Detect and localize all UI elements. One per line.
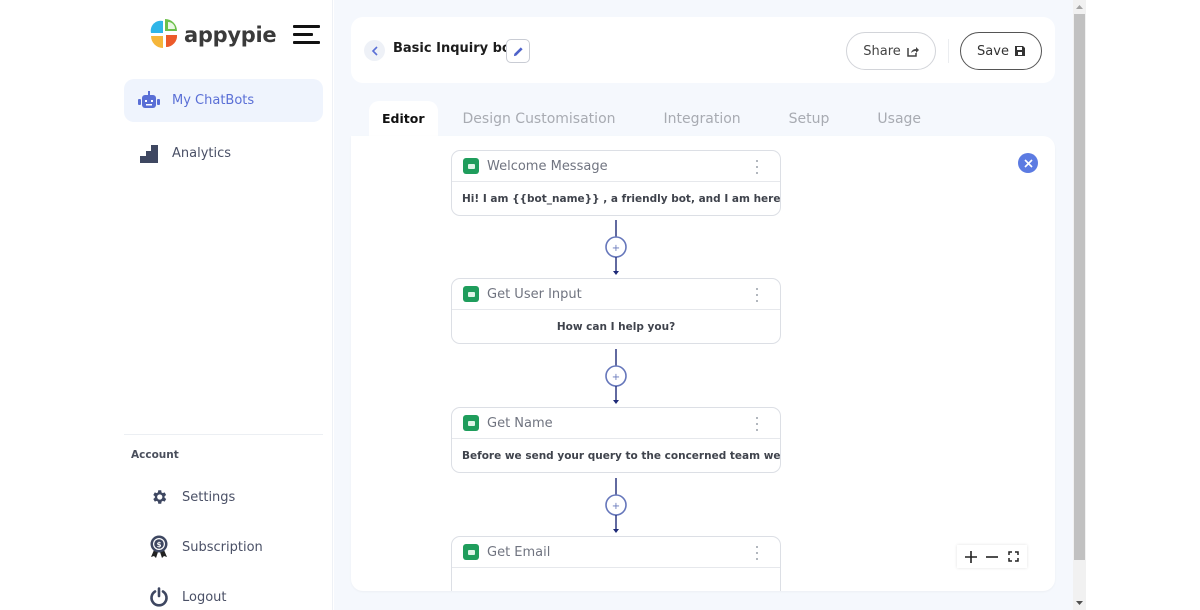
power-icon <box>148 586 170 608</box>
chevron-left-icon <box>371 45 378 56</box>
plus-icon: + <box>612 501 620 512</box>
share-icon <box>907 46 919 57</box>
account-section-label: Account <box>131 449 179 461</box>
right-margin <box>1086 0 1200 610</box>
tab-integration[interactable]: Integration <box>664 101 741 136</box>
sidebar-item-analytics[interactable]: Analytics <box>124 132 323 175</box>
scroll-down-arrow[interactable] <box>1073 596 1086 610</box>
bar-chart-icon <box>138 143 160 165</box>
zoom-in-button[interactable] <box>963 549 979 565</box>
brand-logo[interactable]: appypie <box>146 17 277 53</box>
minus-icon <box>985 555 998 558</box>
back-button[interactable] <box>364 40 385 61</box>
message-icon <box>463 544 479 560</box>
save-button[interactable]: Save <box>960 32 1042 70</box>
flow-node-get-name[interactable]: Get Name Before we send your query to th… <box>451 407 781 473</box>
node-header: Get User Input <box>452 279 780 310</box>
hamburger-line <box>293 33 313 36</box>
node-header: Welcome Message <box>452 151 780 182</box>
sidebar-item-label: Settings <box>182 489 236 505</box>
node-title: Welcome Message <box>487 158 608 174</box>
plus-icon: + <box>612 243 620 254</box>
sidebar-item-my-chatbots[interactable]: My ChatBots <box>124 79 323 122</box>
zoom-controls <box>957 545 1027 568</box>
save-label: Save <box>977 43 1009 59</box>
more-vertical-icon[interactable] <box>755 417 759 431</box>
tab-setup[interactable]: Setup <box>789 101 830 136</box>
robot-icon <box>138 90 160 112</box>
main-content: Basic Inquiry bot Share Save Editor Desi… <box>334 0 1073 610</box>
page-scrollbar[interactable] <box>1073 0 1086 610</box>
message-icon <box>463 415 479 431</box>
more-vertical-icon[interactable] <box>755 546 759 560</box>
scrollbar-thumb[interactable] <box>1074 14 1085 560</box>
flow-node-get-user-input[interactable]: Get User Input How can I help you? <box>451 278 781 344</box>
hamburger-line <box>293 25 320 28</box>
edit-name-button[interactable] <box>506 39 530 63</box>
bot-header: Basic Inquiry bot Share Save <box>351 17 1055 83</box>
badge-icon: $ <box>148 535 170 558</box>
node-body: Before we send your query to the concern… <box>462 449 780 462</box>
flow-node-welcome-message[interactable]: Welcome Message Hi! I am {{bot_name}} , … <box>451 150 781 216</box>
plus-icon: + <box>612 372 620 383</box>
editor-tabs: Editor Design Customisation Integration … <box>369 101 921 136</box>
node-header: Get Email <box>452 537 780 568</box>
app-root: appypie My ChatBots Analytics Account Se… <box>0 0 1200 610</box>
tab-editor[interactable]: Editor <box>369 101 438 136</box>
sidebar: appypie My ChatBots Analytics Account Se… <box>110 0 333 610</box>
sidebar-item-label: Analytics <box>172 146 232 161</box>
zoom-out-button[interactable] <box>984 549 1000 565</box>
node-title: Get Email <box>487 544 551 560</box>
more-vertical-icon[interactable] <box>755 288 759 302</box>
sidebar-divider <box>124 434 323 435</box>
tab-design-customisation[interactable]: Design Customisation <box>463 101 616 136</box>
triangle-down-icon <box>1076 601 1083 605</box>
hamburger-line <box>293 41 320 44</box>
sidebar-item-subscription[interactable]: $ Subscription <box>148 532 263 562</box>
add-step-connector[interactable]: + <box>605 478 627 534</box>
brand-name: appypie <box>184 23 277 47</box>
sidebar-item-label: Logout <box>182 589 227 605</box>
floppy-disk-icon <box>1014 46 1025 56</box>
header-divider <box>948 39 949 63</box>
sidebar-item-logout[interactable]: Logout <box>148 582 227 610</box>
node-body: Hi! I am {{bot_name}} , a friendly bot, … <box>462 192 780 205</box>
more-vertical-icon[interactable] <box>755 160 759 174</box>
sidebar-item-label: My ChatBots <box>172 93 255 108</box>
triangle-up-icon <box>1076 5 1083 9</box>
sidebar-item-label: Subscription <box>182 539 263 555</box>
menu-toggle-button[interactable] <box>293 25 320 45</box>
fullscreen-icon <box>1008 551 1019 562</box>
fit-view-button[interactable] <box>1005 549 1021 565</box>
pencil-icon <box>513 46 523 56</box>
node-title: Get User Input <box>487 286 582 302</box>
svg-text:$: $ <box>157 541 162 549</box>
sidebar-item-settings[interactable]: Settings <box>148 482 235 512</box>
bot-name-title: Basic Inquiry bot <box>393 41 518 56</box>
node-title: Get Name <box>487 415 553 431</box>
flow-node-get-email[interactable]: Get Email <box>451 536 781 591</box>
add-step-connector[interactable]: + <box>605 349 627 405</box>
add-step-connector[interactable]: + <box>605 220 627 276</box>
scroll-up-arrow[interactable] <box>1073 0 1086 14</box>
appypie-logo-icon <box>150 19 178 48</box>
flow-canvas[interactable]: Welcome Message Hi! I am {{bot_name}} , … <box>351 136 1055 591</box>
close-icon <box>1023 158 1033 168</box>
node-header: Get Name <box>452 408 780 439</box>
close-button[interactable] <box>1018 153 1038 173</box>
plus-icon <box>964 550 977 563</box>
message-icon <box>463 158 479 174</box>
tab-usage[interactable]: Usage <box>877 101 921 136</box>
node-body: How can I help you? <box>556 320 676 333</box>
share-button[interactable]: Share <box>846 32 936 70</box>
node-body <box>452 568 780 591</box>
share-label: Share <box>863 43 901 59</box>
gear-icon <box>148 486 170 508</box>
message-icon <box>463 286 479 302</box>
